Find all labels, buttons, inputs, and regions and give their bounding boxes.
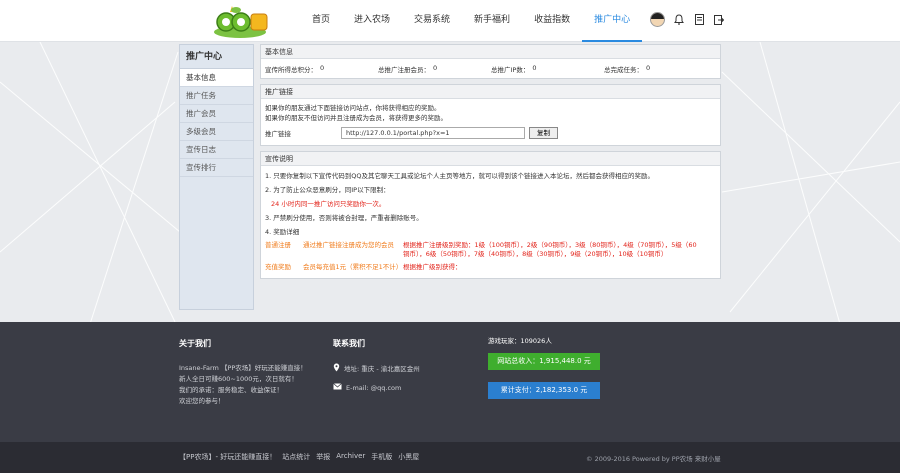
promo-link-label: 推广链接	[265, 130, 291, 138]
footer-about-line: 欢迎您的参与！	[179, 397, 225, 405]
promo-link-row: 推广链接 复制	[265, 127, 716, 139]
bell-icon[interactable]	[673, 14, 685, 26]
sidebar-item-promo-members[interactable]: 推广会员	[180, 105, 253, 123]
promo-notes-body: 1. 只要你复制以下宣传代码到QQ及其它聊天工具或论坛个人主页等地方，就可以得到…	[261, 166, 720, 278]
reward-condition: 会员每充值1元（累积不足1不计）	[303, 263, 403, 271]
footer-email: E-mail: @qq.com	[346, 384, 402, 392]
sidebar-title: 推广中心	[180, 45, 253, 69]
footer-contact: 联系我们 地址: 重庆 - 渝北嘉区金州 E-mail: @qq.com	[333, 338, 420, 394]
stat-label: 总推广IP数：	[491, 65, 530, 74]
content-area: 基本信息 宣传所得总积分： 0 总推广注册会员： 0 总推广IP数： 0 总完成任务：…	[260, 44, 721, 284]
sidebar: 推广中心 基本信息 推广任务 推广会员 多级会员 宣传日志 宣传排行	[179, 44, 254, 310]
bottom-link-report[interactable]: 举报	[316, 452, 330, 462]
promo-link-panel: 推广链接 如果你的朋友通过下面链接访问站点，你将获得相应的奖励。 如果你的朋友不…	[260, 84, 721, 146]
nav-home[interactable]: 首页	[300, 0, 342, 42]
stat-ip-count: 总推广IP数： 0	[491, 64, 604, 74]
nav-trade-system[interactable]: 交易系统	[402, 0, 462, 42]
stat-label: 总完成任务：	[604, 65, 643, 74]
logout-icon[interactable]	[713, 14, 725, 26]
user-area	[650, 12, 725, 27]
sidebar-item-multilevel-members[interactable]: 多级会员	[180, 123, 253, 141]
bottom-link-archiver[interactable]: Archiver	[336, 452, 365, 462]
mail-icon	[333, 383, 342, 394]
promo-link-title: 推广链接	[261, 85, 720, 99]
main-content: 推广中心 基本信息 推广任务 推广会员 多级会员 宣传日志 宣传排行 基本信息 …	[179, 44, 721, 310]
footer-about: 关于我们 Insane-Farm 【PP农场】好玩还能赚直接！ 新人全日可赚60…	[179, 338, 307, 407]
stat-value: 0	[433, 63, 438, 72]
footer-stats: 游戏玩家：109026人 网站总收入：1,915,448.0 元 累计支付：2,…	[488, 336, 600, 399]
bottom-link-site[interactable]: 【PP农场】- 好玩还能赚直接！	[179, 452, 276, 462]
basic-info-title: 基本信息	[261, 45, 720, 59]
copyright: © 2009-2016 Powered by PP农场 来财小屋	[586, 455, 721, 463]
nav-promotion-center[interactable]: 推广中心	[582, 0, 643, 42]
reward-type: 充值奖励	[265, 263, 291, 271]
sidebar-item-basic-info[interactable]: 基本信息	[180, 69, 253, 87]
bottom-links: 【PP农场】- 好玩还能赚直接！ 站点统计 举报 Archiver 手机版 小黑…	[179, 452, 419, 462]
note-1: 1. 只要你复制以下宣传代码到QQ及其它聊天工具或论坛个人主页等地方，就可以得到…	[265, 172, 655, 180]
sidebar-item-promo-ranking[interactable]: 宣传排行	[180, 159, 253, 177]
nav-income-index[interactable]: 收益指数	[522, 0, 582, 42]
footer-about-line: Insane-Farm 【PP农场】好玩还能赚直接！	[179, 364, 307, 372]
stat-value: 0	[646, 63, 651, 72]
bottom-link-mobile[interactable]: 手机版	[371, 452, 392, 462]
main-nav: 首页 进入农场 交易系统 新手福利 收益指数 推广中心	[300, 0, 643, 42]
footer-about-line: 我们的承诺：服务稳定、收益保证！	[179, 386, 283, 394]
stat-value: 0	[320, 63, 325, 72]
stat-total-points: 宣传所得总积分： 0	[265, 64, 378, 74]
stat-label: 宣传所得总积分：	[265, 65, 317, 74]
reward-detail: 根据推广注册级别奖励：1级（100铜币），2级（90铜币），3级（80铜币），4…	[403, 241, 697, 258]
footer-players: 游戏玩家：109026人	[488, 336, 600, 347]
document-icon[interactable]	[693, 14, 705, 26]
nav-newbie-bonus[interactable]: 新手福利	[462, 0, 522, 42]
basic-info-panel: 基本信息 宣传所得总积分： 0 总推广注册会员： 0 总推广IP数： 0 总完成任务：…	[260, 44, 721, 79]
footer-contact-title: 联系我们	[333, 339, 365, 348]
avatar[interactable]	[650, 12, 665, 27]
reward-detail: 根据推广级别获得：	[403, 263, 462, 271]
stat-completed-tasks: 总完成任务： 0	[604, 64, 717, 74]
total-paid-button[interactable]: 累计支付：2,182,353.0 元	[488, 382, 600, 399]
sidebar-item-promo-log[interactable]: 宣传日志	[180, 141, 253, 159]
copy-button[interactable]: 复制	[529, 127, 558, 139]
players-label: 游戏玩家：	[488, 337, 521, 345]
stats-row: 宣传所得总积分： 0 总推广注册会员： 0 总推广IP数： 0 总完成任务： 0	[261, 59, 720, 78]
total-income-button[interactable]: 网站总收入：1,915,448.0 元	[488, 353, 600, 370]
bottom-link-stats[interactable]: 站点统计	[282, 452, 310, 462]
qq-farm-logo[interactable]	[210, 2, 270, 40]
promo-notes-panel: 宣传说明 1. 只要你复制以下宣传代码到QQ及其它聊天工具或论坛个人主页等地方，…	[260, 151, 721, 279]
note-3: 3. 严禁刷分使用，否则将被合封理，严重者删除账号。	[265, 214, 423, 222]
footer-address: 地址: 重庆 - 渝北嘉区金州	[344, 365, 420, 373]
location-icon	[333, 363, 340, 376]
promo-link-body: 如果你的朋友通过下面链接访问站点，你将获得相应的奖励。 如果你的朋友不但访问并且…	[261, 99, 720, 145]
footer-about-title: 关于我们	[179, 339, 211, 348]
stat-value: 0	[532, 63, 537, 72]
footer-about-line: 新人全日可赚600~1000元，次日就有！	[179, 375, 298, 383]
sidebar-item-promo-tasks[interactable]: 推广任务	[180, 87, 253, 105]
top-navbar: 首页 进入农场 交易系统 新手福利 收益指数 推广中心	[0, 0, 900, 42]
footer: 关于我们 Insane-Farm 【PP农场】好玩还能赚直接！ 新人全日可赚60…	[0, 322, 900, 442]
promo-link-input[interactable]	[341, 127, 525, 139]
reward-type: 普通注册	[265, 241, 291, 249]
bottom-link-blackroom[interactable]: 小黑屋	[398, 452, 419, 462]
stat-registered-members: 总推广注册会员： 0	[378, 64, 491, 74]
note-4: 4. 奖励详细	[265, 228, 300, 236]
promo-link-desc: 如果你的朋友不但访问并且注册成为会员，将获得更多的奖励。	[265, 114, 447, 122]
stat-label: 总推广注册会员：	[378, 65, 430, 74]
note-2: 2. 为了防止公众恶意刷分，同IP以下限制：	[265, 186, 390, 194]
promo-link-desc: 如果你的朋友通过下面链接访问站点，你将获得相应的奖励。	[265, 104, 441, 112]
footer-email-row: E-mail: @qq.com	[333, 383, 420, 394]
footer-address-row: 地址: 重庆 - 渝北嘉区金州	[333, 363, 420, 376]
reward-condition: 通过推广链接注册成为您的会员	[303, 241, 394, 249]
reward-table: 普通注册 通过推广链接注册成为您的会员 根据推广注册级别奖励：1级（100铜币）…	[265, 241, 716, 272]
promo-notes-title: 宣传说明	[261, 152, 720, 166]
nav-enter-farm[interactable]: 进入农场	[342, 0, 402, 42]
players-value: 109026人	[520, 337, 552, 345]
bottom-bar: 【PP农场】- 好玩还能赚直接！ 站点统计 举报 Archiver 手机版 小黑…	[0, 442, 900, 473]
note-2-red: 24 小时内同一推广访问只奖励你一次。	[271, 200, 386, 208]
